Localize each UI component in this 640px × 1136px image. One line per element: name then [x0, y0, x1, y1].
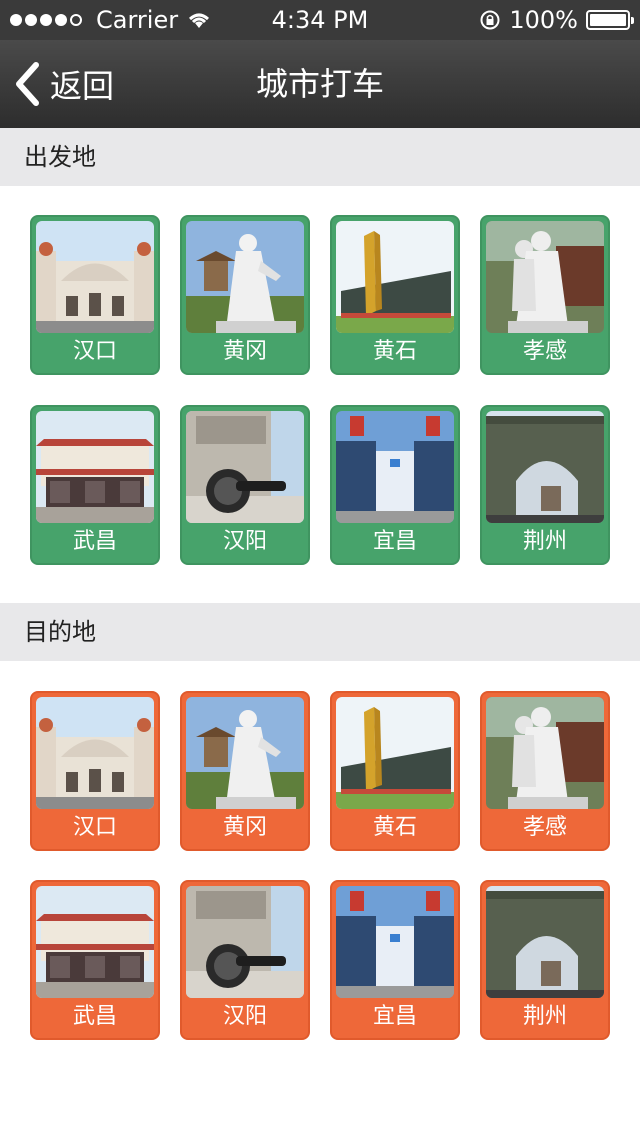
xiaogan-statue-image [486, 221, 604, 333]
wuchang-station-image [36, 411, 154, 523]
city-card-wuchang[interactable]: 武昌 [30, 405, 160, 565]
city-label: 汉口 [72, 339, 117, 364]
city-card-huanggang[interactable]: 黄冈 [180, 215, 310, 375]
huanggang-statue-image [186, 697, 304, 809]
city-label: 黄石 [372, 339, 417, 364]
city-card-hankou[interactable]: 汉口 [30, 691, 160, 851]
xiaogan-statue-image [486, 697, 604, 809]
yichang-station-image [336, 411, 454, 523]
battery-icon [586, 10, 634, 30]
city-label: 武昌 [72, 1004, 117, 1029]
hanyang-cannon-image [186, 411, 304, 523]
huangshi-monument-image [336, 697, 454, 809]
orientation-lock-icon [480, 10, 500, 30]
city-card-hanyang[interactable]: 汉阳 [180, 405, 310, 565]
city-card-jingzhou[interactable]: 荆州 [480, 880, 610, 1040]
destination-section-header: 目的地 [0, 603, 640, 661]
city-label: 黄石 [372, 815, 417, 840]
hankou-station-image [36, 697, 154, 809]
jingzhou-gate-image [486, 886, 604, 998]
city-label: 武昌 [72, 529, 117, 554]
city-label: 宜昌 [372, 1004, 417, 1029]
hanyang-cannon-image [186, 886, 304, 998]
city-label: 孝感 [522, 339, 567, 364]
city-label: 荆州 [522, 529, 567, 554]
jingzhou-gate-image [486, 411, 604, 523]
status-right: 100% [479, 0, 634, 40]
city-card-hanyang[interactable]: 汉阳 [180, 880, 310, 1040]
city-label: 汉阳 [222, 1004, 267, 1029]
huanggang-statue-image [186, 221, 304, 333]
city-label: 汉口 [72, 815, 117, 840]
city-card-huanggang[interactable]: 黄冈 [180, 691, 310, 851]
city-card-huangshi[interactable]: 黄石 [330, 215, 460, 375]
navigation-bar: 返回 城市打车 [0, 40, 640, 128]
city-label: 黄冈 [222, 815, 267, 840]
city-label: 宜昌 [372, 529, 417, 554]
city-label: 荆州 [522, 1004, 567, 1029]
page-title: 城市打车 [255, 65, 384, 103]
hankou-station-image [36, 221, 154, 333]
city-label: 汉阳 [222, 529, 267, 554]
city-card-jingzhou[interactable]: 荆州 [480, 405, 610, 565]
huangshi-monument-image [336, 221, 454, 333]
city-card-huangshi[interactable]: 黄石 [330, 691, 460, 851]
city-card-yichang[interactable]: 宜昌 [330, 880, 460, 1040]
battery-percent: 100% [509, 6, 578, 34]
status-bar: Carrier 4:34 PM 100% [0, 0, 640, 40]
city-card-yichang[interactable]: 宜昌 [330, 405, 460, 565]
wuchang-station-image [36, 886, 154, 998]
departure-section-header: 出发地 [0, 128, 640, 186]
city-card-xiaogan[interactable]: 孝感 [480, 691, 610, 851]
yichang-station-image [336, 886, 454, 998]
city-card-hankou[interactable]: 汉口 [30, 215, 160, 375]
city-label: 孝感 [522, 815, 567, 840]
city-label: 黄冈 [222, 339, 267, 364]
city-card-wuchang[interactable]: 武昌 [30, 880, 160, 1040]
city-card-xiaogan[interactable]: 孝感 [480, 215, 610, 375]
